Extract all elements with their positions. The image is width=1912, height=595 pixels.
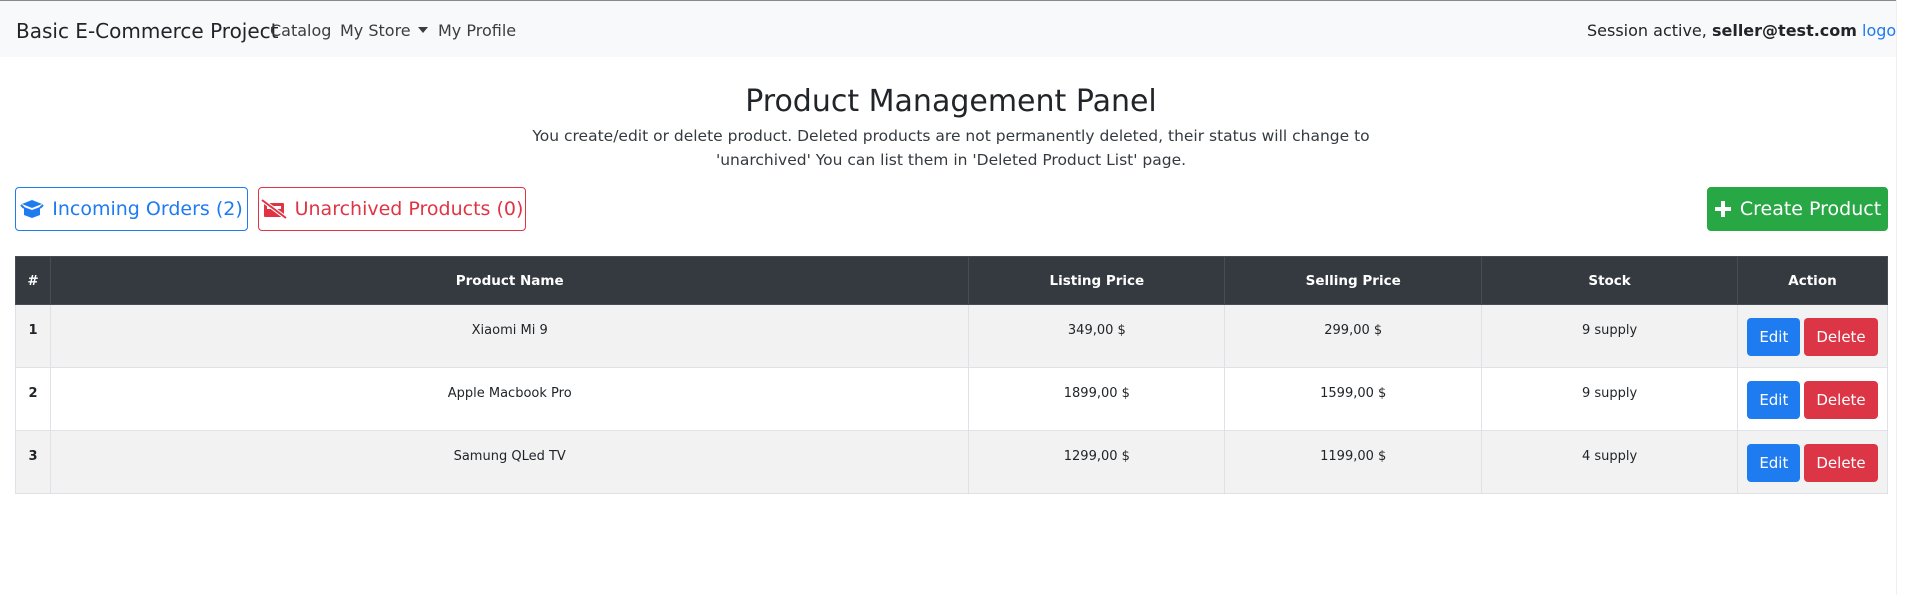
edit-button[interactable]: Edit xyxy=(1747,318,1801,356)
row-actions: Edit Delete xyxy=(1737,367,1888,431)
row-index: 1 xyxy=(15,304,51,368)
navbar: Basic E-Commerce Project Catalog My Stor… xyxy=(0,1,1912,57)
row-product-name: Samung QLed TV xyxy=(49,430,970,494)
edit-button[interactable]: Edit xyxy=(1747,381,1801,419)
row-actions: Edit Delete xyxy=(1737,430,1888,494)
table-header-row: # Product Name Listing Price Selling Pri… xyxy=(15,256,1888,305)
table-row: 1 Xiaomi Mi 9 349,00 $ 299,00 $ 9 supply… xyxy=(15,304,1888,368)
unarchived-products-label: Unarchived Products (0) xyxy=(294,198,524,220)
page-scrollbar[interactable] xyxy=(1896,0,1912,595)
row-listing-price: 349,00 $ xyxy=(968,304,1226,368)
col-listing-price-header: Listing Price xyxy=(968,256,1226,305)
session-prefix: Session active, xyxy=(1587,21,1707,40)
col-index-header: # xyxy=(15,256,51,305)
products-table: # Product Name Listing Price Selling Pri… xyxy=(15,256,1888,494)
nav-catalog[interactable]: Catalog xyxy=(270,21,331,40)
create-product-label: Create Product xyxy=(1739,198,1882,220)
delete-button[interactable]: Delete xyxy=(1804,381,1878,419)
delete-button[interactable]: Delete xyxy=(1804,318,1878,356)
brand-link[interactable]: Basic E-Commerce Project xyxy=(16,19,279,43)
box-open-icon xyxy=(20,199,44,219)
unarchived-products-button[interactable]: Unarchived Products (0) xyxy=(258,187,526,231)
nav-my-store-dropdown[interactable]: My Store xyxy=(340,21,428,40)
session-status: Session active, seller@test.com logout. xyxy=(1587,21,1912,40)
edit-button[interactable]: Edit xyxy=(1747,444,1801,482)
crossed-box-icon xyxy=(260,199,287,219)
nav-my-profile[interactable]: My Profile xyxy=(438,21,516,40)
row-stock: 4 supply xyxy=(1481,430,1738,494)
row-index: 2 xyxy=(15,367,51,431)
col-stock-header: Stock xyxy=(1481,256,1738,305)
col-name-header: Product Name xyxy=(49,256,970,305)
col-action-header: Action xyxy=(1737,256,1888,305)
row-selling-price: 1199,00 $ xyxy=(1224,430,1483,494)
nav-my-store-label: My Store xyxy=(340,21,411,40)
row-product-name: Apple Macbook Pro xyxy=(49,367,970,431)
col-selling-price-header: Selling Price xyxy=(1224,256,1483,305)
row-selling-price: 1599,00 $ xyxy=(1224,367,1483,431)
row-listing-price: 1899,00 $ xyxy=(968,367,1226,431)
row-actions: Edit Delete xyxy=(1737,304,1888,368)
incoming-orders-label: Incoming Orders (2) xyxy=(52,198,243,220)
row-stock: 9 supply xyxy=(1481,304,1738,368)
row-product-name: Xiaomi Mi 9 xyxy=(49,304,970,368)
incoming-orders-button[interactable]: Incoming Orders (2) xyxy=(15,187,248,231)
caret-down-icon xyxy=(417,27,428,33)
row-listing-price: 1299,00 $ xyxy=(968,430,1226,494)
table-row: 2 Apple Macbook Pro 1899,00 $ 1599,00 $ … xyxy=(15,367,1888,431)
delete-button[interactable]: Delete xyxy=(1804,444,1878,482)
table-row: 3 Samung QLed TV 1299,00 $ 1199,00 $ 4 s… xyxy=(15,430,1888,494)
row-selling-price: 299,00 $ xyxy=(1224,304,1483,368)
row-stock: 9 supply xyxy=(1481,367,1738,431)
plus-icon xyxy=(1714,200,1732,218)
page-title: Product Management Panel xyxy=(745,84,1157,119)
create-product-button[interactable]: Create Product xyxy=(1707,187,1888,231)
page-description: You create/edit or delete product. Delet… xyxy=(532,127,1370,169)
session-email: seller@test.com xyxy=(1711,21,1857,40)
row-index: 3 xyxy=(15,430,51,494)
